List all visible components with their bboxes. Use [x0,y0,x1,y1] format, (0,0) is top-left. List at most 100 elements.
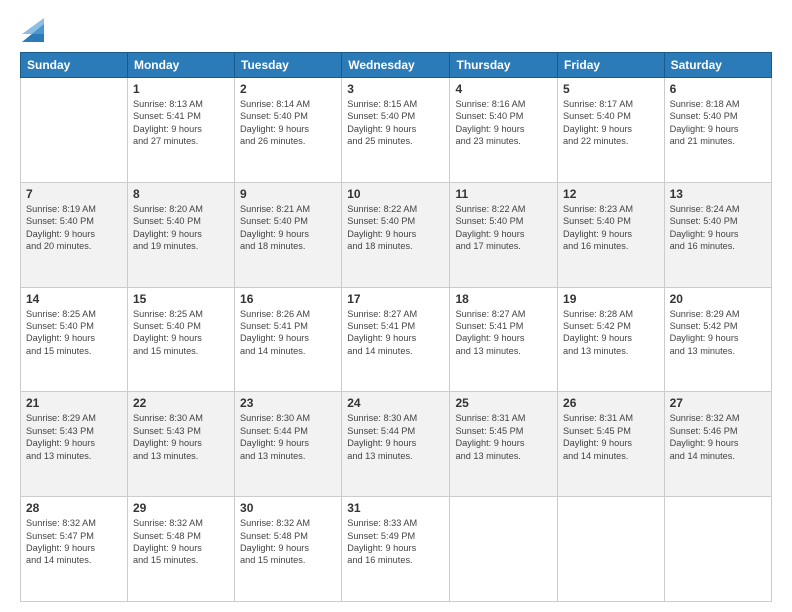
day-info: Sunrise: 8:33 AM Sunset: 5:49 PM Dayligh… [347,517,444,567]
calendar-cell: 5 Sunrise: 8:17 AM Sunset: 5:40 PM Daylig… [558,78,665,183]
day-info: Sunrise: 8:27 AM Sunset: 5:41 PM Dayligh… [347,308,444,358]
day-info: Sunrise: 8:19 AM Sunset: 5:40 PM Dayligh… [26,203,122,253]
day-info: Sunrise: 8:15 AM Sunset: 5:40 PM Dayligh… [347,98,444,148]
day-info: Sunrise: 8:30 AM Sunset: 5:44 PM Dayligh… [240,412,336,462]
calendar-cell: 19 Sunrise: 8:28 AM Sunset: 5:42 PM Dayli… [558,287,665,392]
calendar-header-row: SundayMondayTuesdayWednesdayThursdayFrid… [21,53,772,78]
calendar-cell: 31 Sunrise: 8:33 AM Sunset: 5:49 PM Dayli… [342,497,450,602]
column-header-tuesday: Tuesday [235,53,342,78]
calendar-cell: 1 Sunrise: 8:13 AM Sunset: 5:41 PM Daylig… [127,78,234,183]
day-number: 6 [670,82,766,96]
day-number: 3 [347,82,444,96]
day-number: 15 [133,292,229,306]
calendar-cell: 3 Sunrise: 8:15 AM Sunset: 5:40 PM Daylig… [342,78,450,183]
calendar-cell: 6 Sunrise: 8:18 AM Sunset: 5:40 PM Daylig… [664,78,771,183]
day-info: Sunrise: 8:17 AM Sunset: 5:40 PM Dayligh… [563,98,659,148]
calendar-cell: 24 Sunrise: 8:30 AM Sunset: 5:44 PM Dayli… [342,392,450,497]
column-header-wednesday: Wednesday [342,53,450,78]
day-info: Sunrise: 8:32 AM Sunset: 5:48 PM Dayligh… [133,517,229,567]
logo [20,18,44,42]
header [20,18,772,42]
day-info: Sunrise: 8:27 AM Sunset: 5:41 PM Dayligh… [455,308,552,358]
day-info: Sunrise: 8:22 AM Sunset: 5:40 PM Dayligh… [455,203,552,253]
day-info: Sunrise: 8:28 AM Sunset: 5:42 PM Dayligh… [563,308,659,358]
day-info: Sunrise: 8:32 AM Sunset: 5:47 PM Dayligh… [26,517,122,567]
day-info: Sunrise: 8:21 AM Sunset: 5:40 PM Dayligh… [240,203,336,253]
day-number: 2 [240,82,336,96]
day-number: 8 [133,187,229,201]
day-number: 20 [670,292,766,306]
day-info: Sunrise: 8:30 AM Sunset: 5:44 PM Dayligh… [347,412,444,462]
calendar-cell: 21 Sunrise: 8:29 AM Sunset: 5:43 PM Dayli… [21,392,128,497]
calendar-cell: 28 Sunrise: 8:32 AM Sunset: 5:47 PM Dayli… [21,497,128,602]
calendar-cell: 29Sunrise: 8:32 AM Sunset: 5:48 PM Dayli… [127,497,234,602]
calendar: SundayMondayTuesdayWednesdayThursdayFrid… [20,52,772,602]
day-number: 12 [563,187,659,201]
day-info: Sunrise: 8:29 AM Sunset: 5:43 PM Dayligh… [26,412,122,462]
calendar-cell: 15 Sunrise: 8:25 AM Sunset: 5:40 PM Dayli… [127,287,234,392]
calendar-cell: 20 Sunrise: 8:29 AM Sunset: 5:42 PM Dayli… [664,287,771,392]
day-number: 7 [26,187,122,201]
calendar-cell: 16Sunrise: 8:26 AM Sunset: 5:41 PM Dayli… [235,287,342,392]
calendar-cell: 9 Sunrise: 8:21 AM Sunset: 5:40 PM Daylig… [235,182,342,287]
column-header-monday: Monday [127,53,234,78]
day-number: 19 [563,292,659,306]
day-info: Sunrise: 8:32 AM Sunset: 5:46 PM Dayligh… [670,412,766,462]
day-number: 9 [240,187,336,201]
day-info: Sunrise: 8:32 AM Sunset: 5:48 PM Dayligh… [240,517,336,567]
day-number: 5 [563,82,659,96]
day-info: Sunrise: 8:26 AM Sunset: 5:41 PM Dayligh… [240,308,336,358]
calendar-week-row: 7 Sunrise: 8:19 AM Sunset: 5:40 PM Daylig… [21,182,772,287]
calendar-week-row: 14 Sunrise: 8:25 AM Sunset: 5:40 PM Dayli… [21,287,772,392]
calendar-week-row: 1 Sunrise: 8:13 AM Sunset: 5:41 PM Daylig… [21,78,772,183]
day-info: Sunrise: 8:29 AM Sunset: 5:42 PM Dayligh… [670,308,766,358]
day-number: 21 [26,396,122,410]
day-number: 30 [240,501,336,515]
day-number: 10 [347,187,444,201]
column-header-sunday: Sunday [21,53,128,78]
calendar-cell: 14 Sunrise: 8:25 AM Sunset: 5:40 PM Dayli… [21,287,128,392]
calendar-cell [664,497,771,602]
day-number: 27 [670,396,766,410]
day-info: Sunrise: 8:18 AM Sunset: 5:40 PM Dayligh… [670,98,766,148]
day-number: 4 [455,82,552,96]
calendar-cell: 11Sunrise: 8:22 AM Sunset: 5:40 PM Dayli… [450,182,558,287]
day-number: 23 [240,396,336,410]
calendar-cell: 22 Sunrise: 8:30 AM Sunset: 5:43 PM Dayli… [127,392,234,497]
calendar-cell: 13 Sunrise: 8:24 AM Sunset: 5:40 PM Dayli… [664,182,771,287]
column-header-saturday: Saturday [664,53,771,78]
day-info: Sunrise: 8:14 AM Sunset: 5:40 PM Dayligh… [240,98,336,148]
calendar-cell [558,497,665,602]
day-number: 31 [347,501,444,515]
calendar-week-row: 28 Sunrise: 8:32 AM Sunset: 5:47 PM Dayli… [21,497,772,602]
logo-icon [22,14,44,42]
day-info: Sunrise: 8:31 AM Sunset: 5:45 PM Dayligh… [455,412,552,462]
day-info: Sunrise: 8:25 AM Sunset: 5:40 PM Dayligh… [133,308,229,358]
day-info: Sunrise: 8:20 AM Sunset: 5:40 PM Dayligh… [133,203,229,253]
day-number: 24 [347,396,444,410]
day-info: Sunrise: 8:23 AM Sunset: 5:40 PM Dayligh… [563,203,659,253]
calendar-cell: 25 Sunrise: 8:31 AM Sunset: 5:45 PM Dayli… [450,392,558,497]
day-number: 26 [563,396,659,410]
day-number: 1 [133,82,229,96]
day-number: 22 [133,396,229,410]
day-number: 17 [347,292,444,306]
calendar-cell: 23 Sunrise: 8:30 AM Sunset: 5:44 PM Dayli… [235,392,342,497]
calendar-week-row: 21 Sunrise: 8:29 AM Sunset: 5:43 PM Dayli… [21,392,772,497]
day-info: Sunrise: 8:24 AM Sunset: 5:40 PM Dayligh… [670,203,766,253]
calendar-cell: 2 Sunrise: 8:14 AM Sunset: 5:40 PM Daylig… [235,78,342,183]
day-number: 18 [455,292,552,306]
day-info: Sunrise: 8:16 AM Sunset: 5:40 PM Dayligh… [455,98,552,148]
calendar-cell: 26Sunrise: 8:31 AM Sunset: 5:45 PM Dayli… [558,392,665,497]
day-info: Sunrise: 8:13 AM Sunset: 5:41 PM Dayligh… [133,98,229,148]
day-info: Sunrise: 8:22 AM Sunset: 5:40 PM Dayligh… [347,203,444,253]
day-info: Sunrise: 8:25 AM Sunset: 5:40 PM Dayligh… [26,308,122,358]
day-number: 25 [455,396,552,410]
day-number: 28 [26,501,122,515]
day-info: Sunrise: 8:30 AM Sunset: 5:43 PM Dayligh… [133,412,229,462]
calendar-cell: 27 Sunrise: 8:32 AM Sunset: 5:46 PM Dayli… [664,392,771,497]
calendar-cell [21,78,128,183]
calendar-cell: 17 Sunrise: 8:27 AM Sunset: 5:41 PM Dayli… [342,287,450,392]
day-number: 14 [26,292,122,306]
day-number: 13 [670,187,766,201]
